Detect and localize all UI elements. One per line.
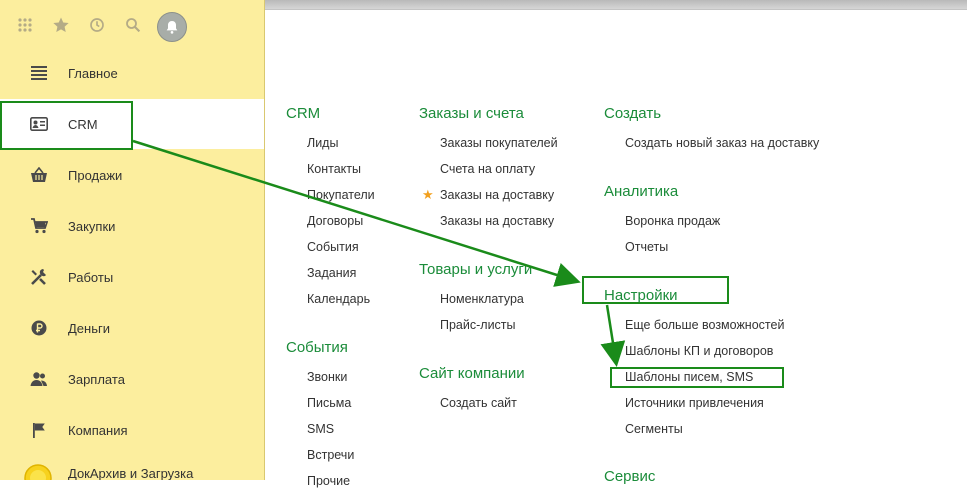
group-title-goods: Товары и услуги	[419, 261, 533, 278]
link-calendar[interactable]: Календарь	[307, 292, 370, 306]
sidebar-item-sales[interactable]: Продажи	[0, 150, 264, 200]
docarchive-logo-icon	[24, 464, 52, 480]
sidebar-item-label: Зарплата	[68, 371, 125, 387]
group-title-events: События	[286, 339, 348, 356]
search-icon[interactable]	[118, 10, 148, 40]
link-kp-templates[interactable]: Шаблоны КП и договоров	[625, 344, 773, 358]
group-title-analytics: Аналитика	[604, 183, 679, 200]
history-icon[interactable]	[82, 10, 112, 40]
sidebar-item-main[interactable]: Главное	[0, 48, 264, 98]
sidebar-toolbar	[0, 0, 264, 50]
link-other[interactable]: Прочие	[307, 474, 350, 488]
sidebar-item-label: Работы	[68, 269, 114, 285]
link-create-site[interactable]: Создать сайт	[440, 396, 517, 410]
cart-icon	[28, 215, 50, 237]
highlight-templates-box	[610, 367, 784, 388]
link-nomenclature[interactable]: Номенклатура	[440, 292, 524, 306]
link-invoices[interactable]: Счета на оплату	[440, 162, 535, 176]
basket-icon	[28, 164, 50, 186]
link-delivery-orders[interactable]: Заказы на доставку	[440, 188, 554, 202]
link-calls[interactable]: Звонки	[307, 370, 347, 384]
link-letters[interactable]: Письма	[307, 396, 351, 410]
link-sms[interactable]: SMS	[307, 422, 334, 436]
notifications-bell-icon[interactable]	[157, 12, 187, 42]
link-more-features[interactable]: Еще больше возможностей	[625, 318, 784, 332]
sidebar: Главное CRM Продажи Закупки Работы Деньг…	[0, 0, 265, 480]
apps-grid-icon[interactable]	[10, 10, 40, 40]
people-icon	[28, 368, 50, 390]
main-panel: CRM Лиды Контакты Покупатели Договоры Со…	[265, 10, 967, 488]
link-lead-sources[interactable]: Источники привлечения	[625, 396, 764, 410]
favorite-star-icon[interactable]: ★	[422, 187, 434, 203]
link-price-lists[interactable]: Прайс-листы	[440, 318, 516, 332]
window-top-strip	[265, 0, 967, 10]
group-title-site: Сайт компании	[419, 365, 525, 382]
sidebar-item-company[interactable]: Компания	[0, 405, 264, 455]
sidebar-item-docarchive[interactable]: ДокАрхив и Загрузка	[0, 456, 264, 480]
highlight-crm-box	[0, 101, 133, 150]
ruble-coin-icon	[28, 317, 50, 339]
link-leads[interactable]: Лиды	[307, 136, 338, 150]
sidebar-item-label: ДокАрхив и Загрузка	[68, 466, 194, 480]
group-title-orders: Заказы и счета	[419, 105, 524, 122]
sidebar-item-label: Деньги	[68, 320, 110, 336]
sidebar-item-money[interactable]: Деньги	[0, 303, 264, 353]
link-meetings[interactable]: Встречи	[307, 448, 354, 462]
link-delivery-orders-2[interactable]: Заказы на доставку	[440, 214, 554, 228]
sidebar-item-works[interactable]: Работы	[0, 252, 264, 302]
group-title-create: Создать	[604, 105, 662, 122]
link-contacts[interactable]: Контакты	[307, 162, 361, 176]
sidebar-item-label: Компания	[68, 422, 128, 438]
menu-lines-icon	[28, 62, 50, 84]
flag-icon	[28, 419, 50, 441]
sidebar-item-purchases[interactable]: Закупки	[0, 201, 264, 251]
link-segments[interactable]: Сегменты	[625, 422, 683, 436]
sidebar-item-label: Продажи	[68, 167, 123, 183]
link-events[interactable]: События	[307, 240, 359, 254]
highlight-settings-box	[582, 276, 729, 304]
link-new-delivery-order[interactable]: Создать новый заказ на доставку	[625, 136, 819, 150]
link-customer-orders[interactable]: Заказы покупателей	[440, 136, 558, 150]
sidebar-item-label: Главное	[68, 65, 118, 81]
sidebar-item-salary[interactable]: Зарплата	[0, 354, 264, 404]
favorites-star-icon[interactable]	[46, 10, 76, 40]
link-customers[interactable]: Покупатели	[307, 188, 375, 202]
link-contracts[interactable]: Договоры	[307, 214, 363, 228]
tools-icon	[28, 266, 50, 288]
link-sales-funnel[interactable]: Воронка продаж	[625, 214, 720, 228]
sidebar-item-label: Закупки	[68, 218, 116, 234]
link-reports[interactable]: Отчеты	[625, 240, 668, 254]
group-title-service: Сервис	[604, 468, 656, 485]
link-tasks[interactable]: Задания	[307, 266, 356, 280]
group-title-crm: CRM	[286, 105, 321, 122]
